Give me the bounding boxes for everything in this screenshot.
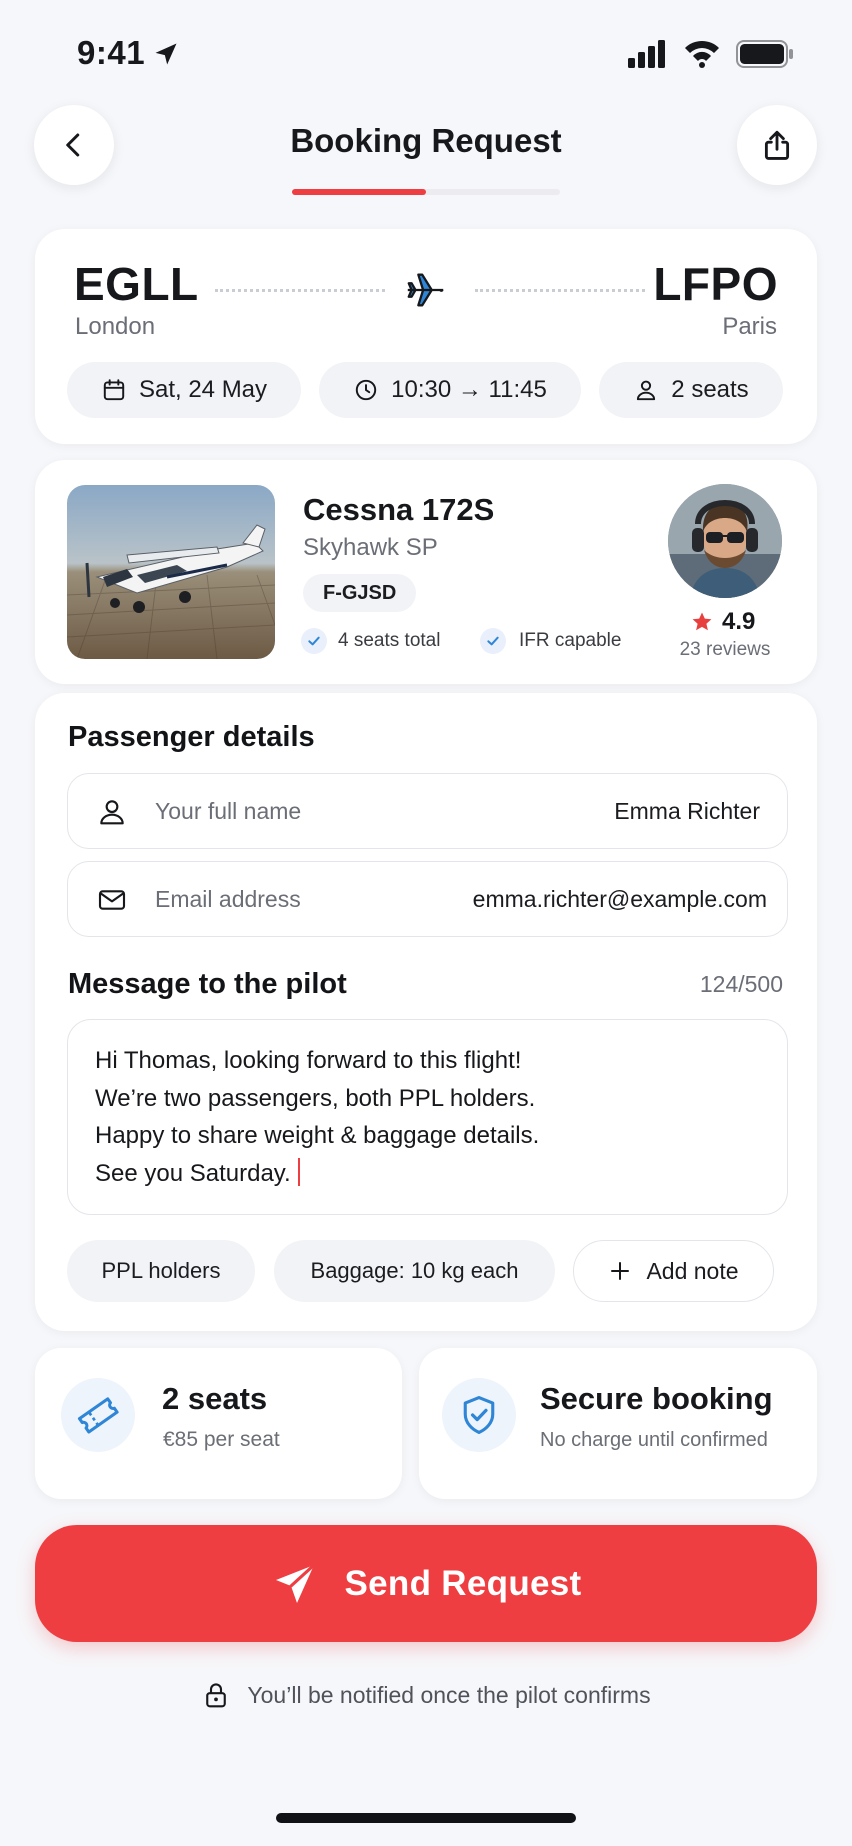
step-progress-fill — [292, 189, 426, 195]
email-field[interactable]: Email address emma.richter@example.com — [67, 861, 788, 937]
message-line: Happy to share weight & baggage details. — [95, 1122, 540, 1149]
destination-city: Paris — [722, 313, 777, 340]
seats-summary-price: €85 per seat — [163, 1428, 280, 1451]
aircraft-model: Cessna 172S — [303, 492, 495, 527]
back-button[interactable] — [34, 105, 114, 185]
ticket-icon — [61, 1378, 135, 1452]
star-icon — [692, 612, 712, 631]
destination-code: LFPO — [653, 258, 778, 310]
person-icon — [100, 800, 124, 825]
location-arrow-icon — [152, 40, 180, 68]
aircraft-card[interactable]: Cessna 172S Skyhawk SP F-GJSD 4 seats to… — [35, 460, 817, 684]
check-icon — [301, 628, 327, 654]
page-title: Booking Request — [290, 122, 562, 159]
send-icon — [275, 1562, 316, 1603]
message-section-title: Message to the pilot — [68, 968, 347, 1000]
origin-code: EGLL — [74, 258, 199, 310]
origin-city: London — [75, 313, 156, 340]
status-bar: 9:41 — [0, 0, 852, 100]
message-line: See you Saturday. — [95, 1159, 291, 1187]
registration-badge: F-GJSD — [303, 574, 417, 612]
battery-icon — [736, 40, 794, 68]
secure-booking-subtitle: No charge until confirmed — [540, 1429, 768, 1451]
clock-icon — [355, 379, 377, 401]
email-placeholder: Email address — [155, 886, 301, 912]
date-pill[interactable]: Sat, 24 May — [67, 362, 301, 418]
notify-note-text: You’ll be notified once the pilot confir… — [247, 1681, 651, 1708]
pilot-reviews[interactable]: 23 reviews — [655, 639, 795, 661]
home-indicator — [276, 1813, 576, 1823]
message-line: Hi Thomas, looking forward to this fligh… — [95, 1047, 522, 1074]
secure-booking-card: Secure booking No charge until confirmed — [419, 1348, 817, 1499]
status-time: 9:41 — [77, 34, 146, 71]
message-textarea[interactable]: Hi Thomas, looking forward to this fligh… — [67, 1019, 788, 1215]
message-line: We’re two passengers, both PPL holders. — [95, 1084, 536, 1112]
seats-pill[interactable]: 2 seats — [599, 362, 783, 418]
pilot-rating: 4.9 — [722, 608, 756, 635]
airplane-icon — [403, 267, 449, 313]
send-request-label: Send Request — [344, 1563, 582, 1603]
send-request-button[interactable]: Send Request — [35, 1525, 817, 1642]
message-counter: 124/500 — [699, 971, 783, 997]
aircraft-photo — [67, 485, 275, 659]
email-value: emma.richter@example.com — [472, 886, 767, 912]
route-card: EGLL London LFPO Paris Sat, 24 May 10:30… — [35, 229, 817, 444]
lock-icon — [206, 1683, 227, 1708]
add-note-label: Add note — [646, 1257, 739, 1284]
name-placeholder: Your full name — [155, 798, 302, 824]
plus-icon — [611, 1262, 630, 1280]
passenger-section-title: Passenger details — [68, 721, 315, 753]
mail-icon — [98, 890, 126, 910]
notify-note: You’ll be notified once the pilot confir… — [0, 1680, 852, 1710]
share-button[interactable] — [737, 105, 817, 185]
chip-baggage[interactable]: Baggage: 10 kg each — [274, 1240, 555, 1302]
signal-icon — [628, 40, 668, 68]
chip-ppl-holders[interactable]: PPL holders — [67, 1240, 255, 1302]
date-text: Sat, 24 May — [138, 376, 268, 403]
seats-summary-title: 2 seats — [162, 1381, 268, 1416]
add-note-button[interactable]: Add note — [573, 1240, 774, 1302]
text-cursor — [297, 1157, 300, 1186]
time-text: 10:30 → 11:45 — [391, 376, 547, 403]
calendar-icon — [103, 379, 125, 401]
secure-booking-title: Secure booking — [540, 1381, 773, 1416]
name-field[interactable]: Your full name Emma Richter — [67, 773, 788, 849]
shield-check-icon — [442, 1378, 516, 1452]
check-icon — [480, 628, 506, 654]
time-pill[interactable]: 10:30 → 11:45 — [319, 362, 581, 418]
pilot-avatar[interactable] — [668, 484, 782, 598]
person-icon — [637, 380, 656, 401]
seats-text: 2 seats — [671, 376, 749, 403]
wifi-icon — [683, 38, 721, 68]
seats-summary-card: 2 seats €85 per seat — [35, 1348, 402, 1499]
step-progress — [292, 189, 560, 195]
aircraft-variant: Skyhawk SP — [303, 534, 438, 561]
share-icon — [764, 130, 790, 160]
feature-seats: 4 seats total — [338, 630, 441, 651]
chevron-left-icon — [66, 133, 80, 157]
name-value: Emma Richter — [614, 798, 760, 824]
feature-ifr: IFR capable — [519, 630, 622, 651]
